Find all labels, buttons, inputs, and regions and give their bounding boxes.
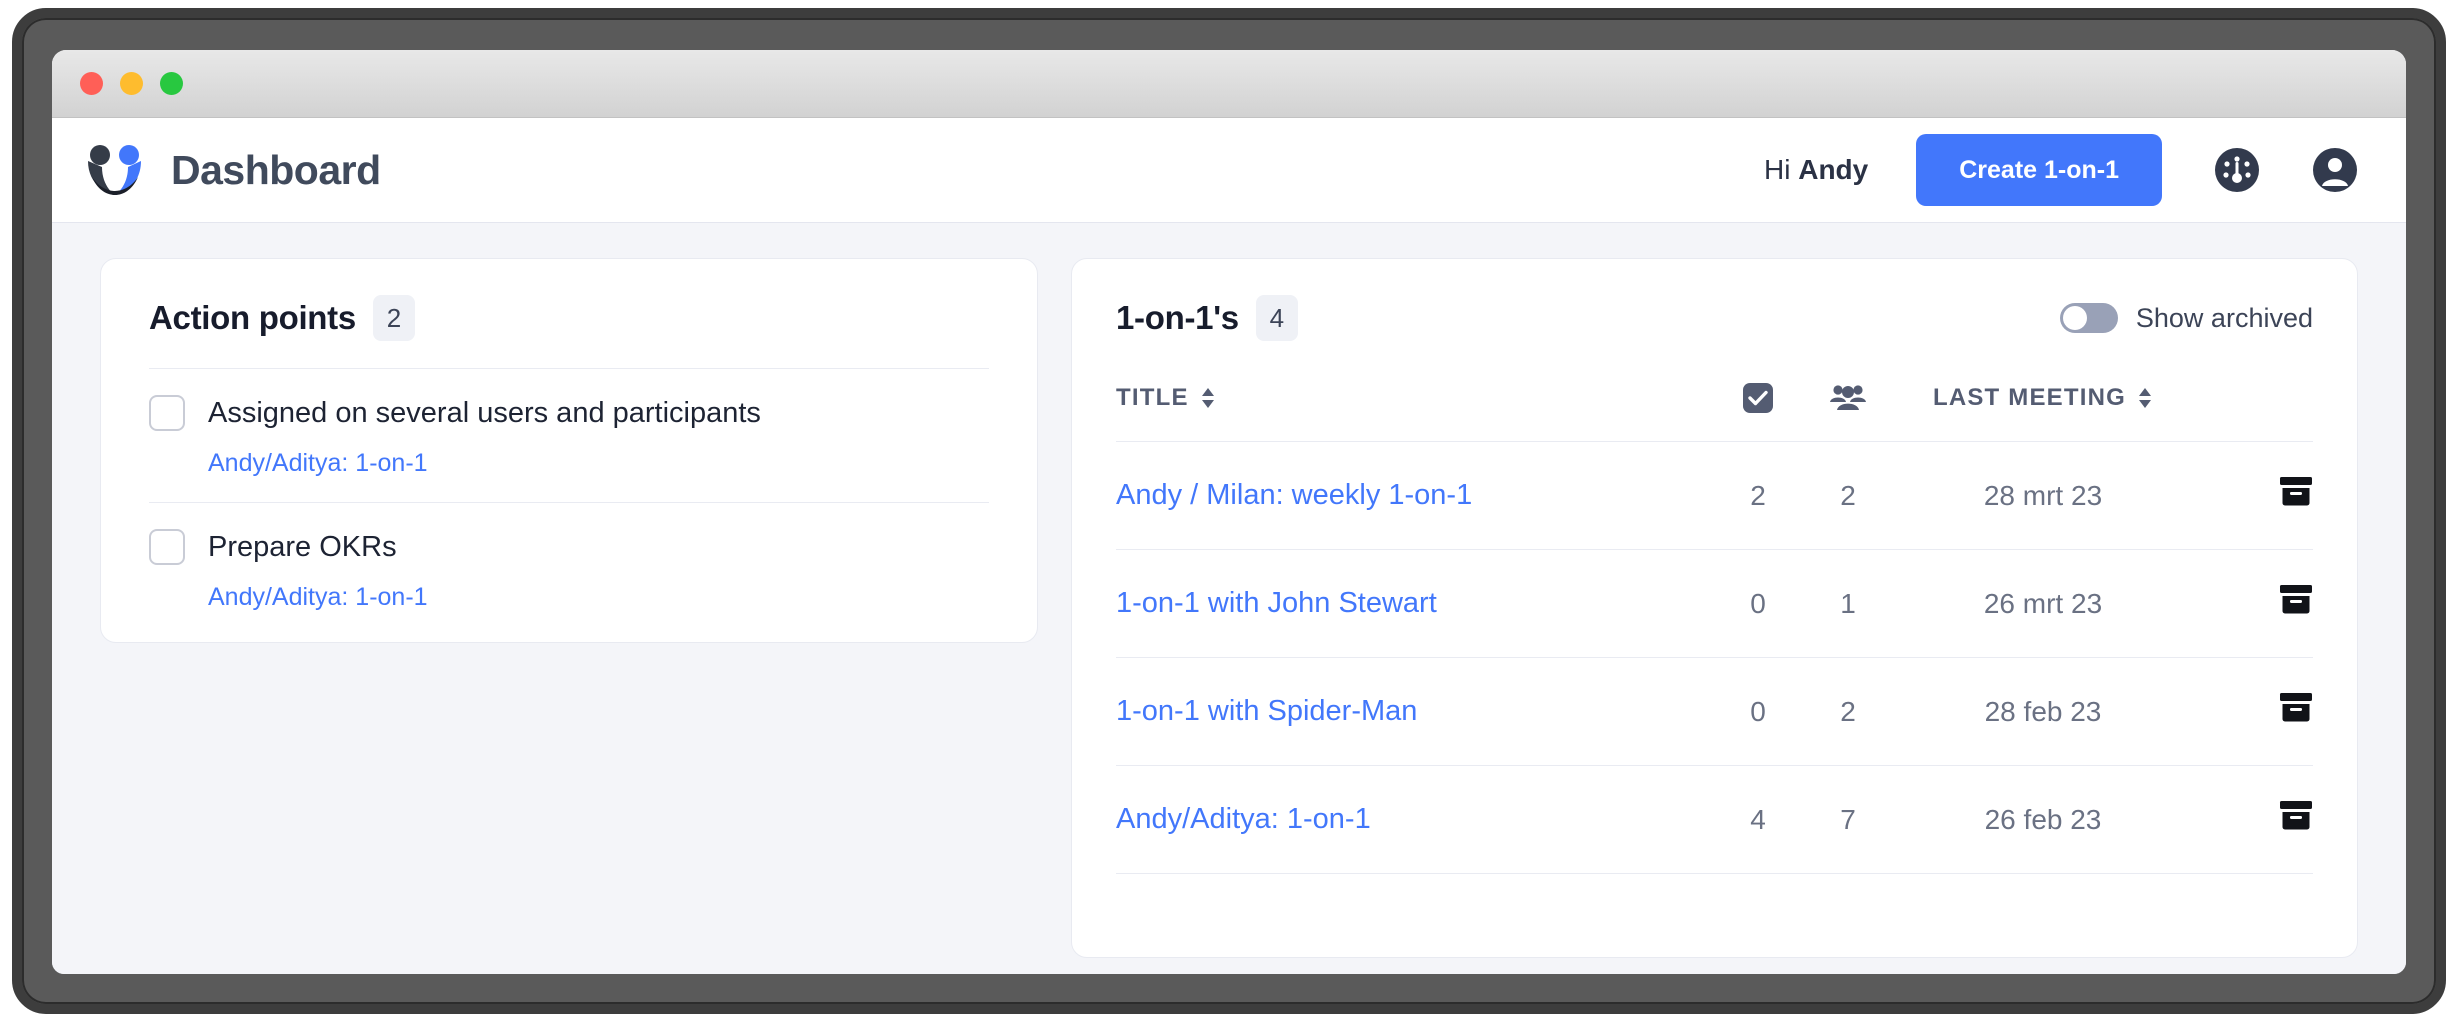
column-header-title[interactable]: TITLE [1116, 383, 1713, 442]
one-on-ones-title: 1-on-1's [1116, 299, 1239, 336]
row-action-points-cell: 0 [1713, 549, 1803, 658]
table-row: 1-on-1 with Spider-Man 0 2 28 feb 23 [1116, 657, 2313, 766]
account-icon[interactable] [2312, 147, 2358, 193]
row-participants-cell: 2 [1803, 441, 1893, 550]
row-last-meeting-cell: 26 feb 23 [1893, 765, 2193, 874]
row-title-cell: 1-on-1 with John Stewart [1116, 549, 1713, 658]
action-points-card: Action points 2 Assigned on several user… [100, 258, 1038, 643]
greeting-name: Andy [1798, 154, 1869, 185]
one-on-one-link[interactable]: 1-on-1 with John Stewart [1116, 587, 1437, 619]
row-title-cell: 1-on-1 with Spider-Man [1116, 657, 1713, 766]
checkbox-checked-icon [1743, 383, 1773, 413]
table-row: 1-on-1 with John Stewart 0 1 26 mrt 23 [1116, 549, 2313, 658]
sort-updown-icon [2139, 388, 2152, 408]
one-on-ones-header: 1-on-1's 4 Show archived [1116, 295, 2313, 341]
show-archived-toggle[interactable]: Show archived [2059, 302, 2313, 334]
list-item: Prepare OKRs Andy/Aditya: 1-on-1 [149, 502, 989, 612]
app-window: Dashboard Hi Andy Create 1-on-1 Action p… [52, 50, 2406, 974]
toggle-switch[interactable] [2059, 303, 2118, 333]
one-on-ones-card: 1-on-1's 4 Show archived TITLE LAST MEET… [1071, 258, 2358, 958]
window-titlebar [52, 50, 2406, 118]
action-point-label: Assigned on several users and participan… [208, 396, 761, 429]
row-title-cell: Andy / Milan: weekly 1-on-1 [1116, 441, 1713, 550]
show-archived-label: Show archived [2135, 302, 2313, 333]
one-on-one-link[interactable]: Andy / Milan: weekly 1-on-1 [1116, 479, 1472, 511]
greeting: Hi Andy [1764, 154, 1868, 186]
one-on-one-link[interactable]: 1-on-1 with Spider-Man [1116, 695, 1417, 727]
create-one-on-one-button[interactable]: Create 1-on-1 [1916, 134, 2162, 206]
row-last-meeting-cell: 26 mrt 23 [1893, 549, 2193, 658]
action-point-meeting-link[interactable]: Andy/Aditya: 1-on-1 [208, 583, 989, 612]
row-archive-cell [2193, 549, 2313, 658]
column-header-action-points[interactable] [1713, 383, 1803, 442]
row-participants-cell: 1 [1803, 549, 1893, 658]
zoom-window-button[interactable] [160, 72, 183, 95]
header-actions: Hi Andy Create 1-on-1 [1764, 134, 2358, 206]
row-archive-cell [2193, 657, 2313, 766]
archive-icon[interactable] [2279, 476, 2313, 515]
table-body: Andy / Milan: weekly 1-on-1 2 2 28 mrt 2… [1116, 441, 2313, 874]
action-points-header: Action points 2 [149, 295, 989, 341]
minimize-window-button[interactable] [120, 72, 143, 95]
row-participants-cell: 7 [1803, 765, 1893, 874]
one-on-one-link[interactable]: Andy/Aditya: 1-on-1 [1116, 803, 1371, 835]
list-item: Assigned on several users and participan… [149, 369, 989, 478]
archive-icon[interactable] [2279, 800, 2313, 839]
page-title: Dashboard [171, 146, 381, 193]
column-header-last-meeting-label: LAST MEETING [1932, 384, 2127, 411]
action-point-row: Assigned on several users and participan… [149, 395, 989, 431]
one-on-ones-table: TITLE LAST MEETING Andy / Milan: weekly … [1116, 383, 2313, 874]
column-header-archive [2193, 383, 2313, 442]
row-action-points-cell: 0 [1713, 657, 1803, 766]
row-last-meeting-cell: 28 mrt 23 [1893, 441, 2193, 550]
action-points-count-badge: 2 [372, 295, 415, 341]
one-on-ones-count-badge: 4 [1255, 295, 1298, 341]
page-body: Action points 2 Assigned on several user… [52, 223, 2406, 974]
brand[interactable]: Dashboard [84, 143, 381, 197]
row-last-meeting-cell: 28 feb 23 [1893, 657, 2193, 766]
action-point-checkbox[interactable] [149, 529, 185, 565]
action-points-title: Action points [149, 299, 356, 336]
column-header-title-label: TITLE [1116, 384, 1189, 411]
greeting-prefix: Hi [1764, 154, 1799, 185]
table-header-row: TITLE LAST MEETING [1116, 383, 2313, 442]
row-participants-cell: 2 [1803, 657, 1893, 766]
row-action-points-cell: 4 [1713, 765, 1803, 874]
gauge-icon[interactable] [2214, 147, 2260, 193]
row-action-points-cell: 2 [1713, 441, 1803, 550]
app-header: Dashboard Hi Andy Create 1-on-1 [52, 118, 2406, 223]
action-point-label: Prepare OKRs [208, 530, 397, 563]
column-header-last-meeting[interactable]: LAST MEETING [1893, 383, 2193, 442]
archive-icon[interactable] [2279, 692, 2313, 731]
table-row: Andy/Aditya: 1-on-1 4 7 26 feb 23 [1116, 765, 2313, 874]
close-window-button[interactable] [80, 72, 103, 95]
action-point-checkbox[interactable] [149, 395, 185, 431]
sort-updown-icon [1201, 388, 1214, 408]
row-archive-cell [2193, 765, 2313, 874]
action-point-meeting-link[interactable]: Andy/Aditya: 1-on-1 [208, 449, 989, 478]
table-row: Andy / Milan: weekly 1-on-1 2 2 28 mrt 2… [1116, 441, 2313, 550]
row-archive-cell [2193, 441, 2313, 550]
archive-icon[interactable] [2279, 584, 2313, 623]
people-group-icon [1830, 385, 1866, 410]
row-title-cell: Andy/Aditya: 1-on-1 [1116, 765, 1713, 874]
smiley-people-logo-icon [84, 143, 146, 197]
column-header-participants[interactable] [1803, 383, 1893, 442]
action-point-row: Prepare OKRs [149, 529, 989, 565]
